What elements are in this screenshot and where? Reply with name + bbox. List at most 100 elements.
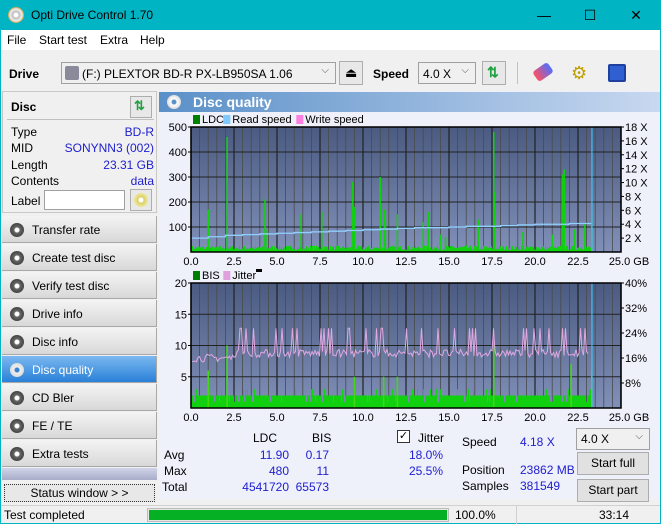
nav-disc-info[interactable]: Disc info xyxy=(2,328,157,355)
bis-spike xyxy=(570,364,572,408)
progress-fill xyxy=(149,510,447,520)
jitter-checkbox[interactable]: ✓ xyxy=(397,430,410,443)
transfer-rate-icon xyxy=(10,223,24,237)
nav-disc-quality[interactable]: Disc quality xyxy=(2,356,157,383)
ldc-spike xyxy=(584,224,586,252)
disc-label-button[interactable] xyxy=(130,189,152,211)
jitter-label: Jitter xyxy=(418,431,445,445)
x-tick-label: 5.0 xyxy=(269,412,284,424)
y-tick-label: 300 xyxy=(169,172,187,184)
y2-tick-label: 32% xyxy=(625,303,647,315)
menu-file[interactable]: File xyxy=(7,33,26,47)
samples-value: 381549 xyxy=(520,479,561,493)
avg-jitter: 18.0% xyxy=(408,448,443,462)
maximize-button[interactable]: ☐ xyxy=(567,0,613,30)
chart-2: BIS Jitter 5 10 15 20 8% 16% 24% 32% 40% 0.0 2.5 5.0 7… xyxy=(175,270,649,424)
menu-extra[interactable]: Extra xyxy=(100,33,128,47)
disc-quality-icon xyxy=(167,95,181,109)
y-tick-label: 100 xyxy=(169,222,187,234)
ldc-spike xyxy=(493,192,496,252)
col-bis: BIS xyxy=(312,431,332,445)
chart-1: LDC Read speed Write speed 100 200 300 400 500 2… xyxy=(169,114,650,268)
y-tick-label: 10 xyxy=(175,341,187,353)
ldc-spike xyxy=(384,219,387,252)
start-full-button[interactable]: Start full xyxy=(577,452,649,475)
max-bis: 11 xyxy=(316,464,329,478)
legend-label-write-speed: Write speed xyxy=(305,114,364,126)
nav-drive-info[interactable]: Drive info xyxy=(2,300,157,327)
extra-tests-icon xyxy=(10,447,24,461)
max-ldc: 480 xyxy=(268,464,289,478)
minimize-button[interactable]: — xyxy=(521,0,567,30)
disc-type-value: BD-R xyxy=(124,125,154,139)
test-speed-select[interactable]: 4.0 X ⌵ xyxy=(576,428,650,450)
menu-help[interactable]: Help xyxy=(140,33,165,47)
speed-select[interactable]: 4.0 X ⌵ xyxy=(418,62,476,84)
close-button[interactable]: ✕ xyxy=(613,0,659,30)
x-tick-label: 25.0 GB xyxy=(609,256,649,268)
bis-spike xyxy=(353,376,356,408)
legend-label-ldc: LDC xyxy=(202,114,224,126)
disc-length-key: Length xyxy=(11,158,48,172)
nav-label: Disc info xyxy=(32,335,79,349)
nav-create-test-disc[interactable]: Create test disc xyxy=(2,244,157,271)
start-part-button[interactable]: Start part xyxy=(577,479,649,502)
refresh-arrows-icon: ⇅ xyxy=(134,98,145,113)
disc-refresh-button[interactable]: ⇅ xyxy=(130,96,152,118)
x-tick-label: 5.0 xyxy=(269,256,284,268)
disc-info-box: Disc ⇅ Type BD-R MID SONYNN3 (002) Length 2… xyxy=(2,91,157,213)
y2-tick-label: 40% xyxy=(625,278,647,290)
ldc-spike xyxy=(439,234,442,252)
nav-transfer-rate[interactable]: Transfer rate xyxy=(2,216,157,243)
x-tick-label: 7.5 xyxy=(312,256,327,268)
y-tick-label: 400 xyxy=(169,147,187,159)
app-disc-icon xyxy=(8,7,24,23)
bis-spike xyxy=(396,376,399,408)
nav-fe-te[interactable]: FE / TE xyxy=(2,412,157,439)
charts-area: LDC Read speed Write speed 100 200 300 400 500 2… xyxy=(169,114,650,424)
settings-button[interactable]: ⚙ xyxy=(568,61,592,85)
ldc-spike xyxy=(351,182,354,252)
bis-spike xyxy=(207,370,209,408)
legend-swatch-jitter xyxy=(223,271,231,280)
disc-length-value: 23.31 GB xyxy=(103,158,154,172)
status-window-button[interactable]: Status window > > xyxy=(4,484,155,502)
drive-select[interactable]: (F:) PLEXTOR BD-R PX-LB950SA 1.06 ⌵ xyxy=(61,62,336,84)
save-button[interactable] xyxy=(605,61,629,85)
nav-verify-test-disc[interactable]: Verify test disc xyxy=(2,272,157,299)
legend-swatch-write-speed xyxy=(296,115,304,124)
eject-button[interactable]: ⏏ xyxy=(339,61,363,85)
legend-swatch-ldc xyxy=(193,115,200,124)
menu-start-test[interactable]: Start test xyxy=(39,33,87,47)
gears-icon: ⚙ xyxy=(571,63,588,83)
ldc-spike xyxy=(551,234,553,252)
y2-tick-label: 6 X xyxy=(625,205,642,217)
drive-icon xyxy=(65,66,79,80)
nav-label: Transfer rate xyxy=(32,223,101,237)
panel-header: Disc quality xyxy=(159,92,660,112)
disc-label-input[interactable] xyxy=(44,190,125,210)
legend-label-bis: BIS xyxy=(202,270,220,282)
x-tick-label: 7.5 xyxy=(312,412,327,424)
drive-select-value: (F:) PLEXTOR BD-R PX-LB950SA 1.06 xyxy=(82,67,293,81)
create-disc-icon xyxy=(10,251,24,265)
y2-tick-label: 8% xyxy=(625,378,641,390)
nav-extra-tests[interactable]: Extra tests xyxy=(2,440,157,467)
y2-tick-label: 8 X xyxy=(625,191,642,203)
erase-button[interactable] xyxy=(531,61,555,85)
cd-icon xyxy=(134,193,148,207)
x-tick-label: 0.0 xyxy=(183,412,198,424)
nav-label: Disc quality xyxy=(32,363,94,377)
bis-spike xyxy=(492,339,495,408)
legend-swatch-bis xyxy=(193,271,200,280)
nav-cd-bler[interactable]: CD Bler xyxy=(2,384,157,411)
x-tick-label: 22.5 xyxy=(567,256,588,268)
disc-header: Disc xyxy=(11,100,37,114)
refresh-button[interactable]: ⇅ xyxy=(482,61,506,85)
y2-tick-label: 14 X xyxy=(625,150,648,162)
samples-label: Samples xyxy=(462,479,509,493)
fe-te-icon xyxy=(10,419,24,433)
drive-label: Drive xyxy=(9,67,40,81)
x-tick-label: 10.0 xyxy=(352,412,373,424)
y-tick-label: 500 xyxy=(169,122,187,134)
